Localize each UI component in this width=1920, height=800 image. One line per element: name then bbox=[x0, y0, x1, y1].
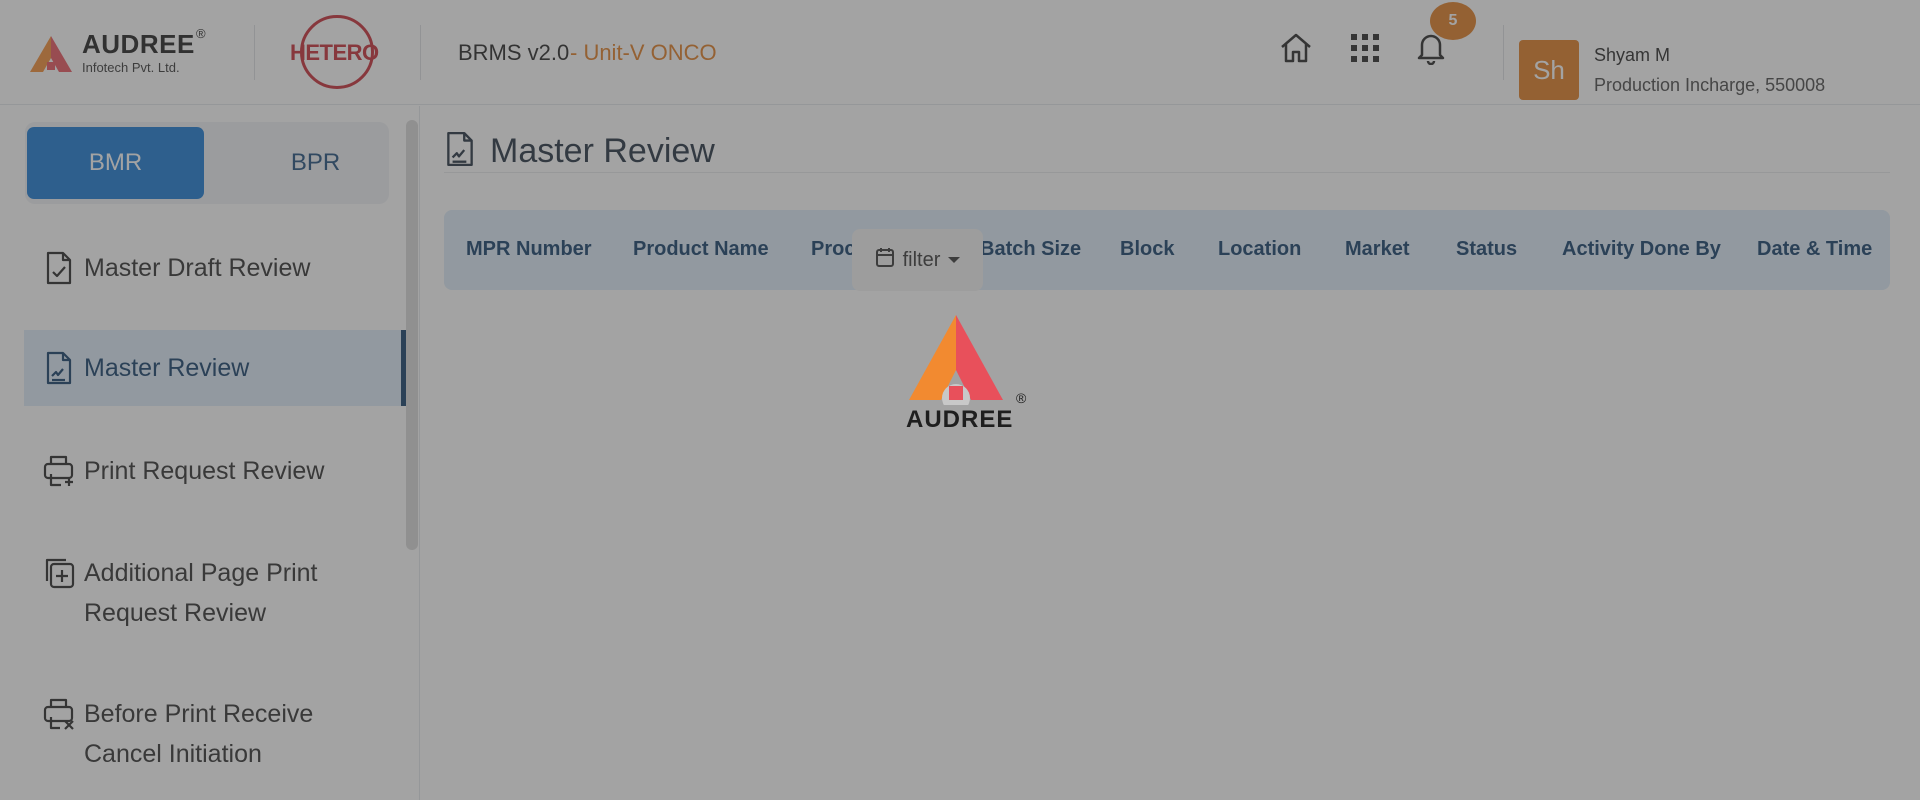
loader-brand-reg: ® bbox=[1016, 390, 1027, 406]
loading-spinner-logo: AUDREE ® bbox=[895, 310, 1035, 433]
loader-brand-name: AUDREE bbox=[906, 406, 1014, 433]
audree-loader-icon bbox=[909, 315, 1003, 412]
